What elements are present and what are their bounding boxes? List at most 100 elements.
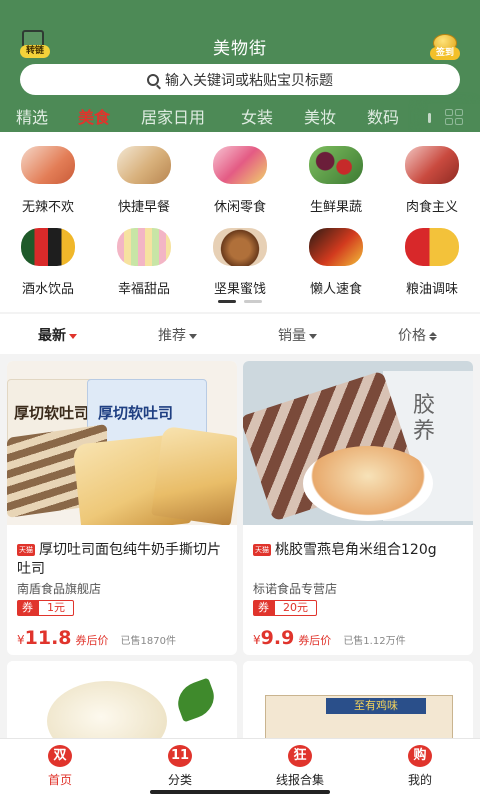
currency-symbol: ¥ bbox=[17, 633, 25, 647]
meat-icon bbox=[405, 146, 459, 184]
category-label: 粮油调味 bbox=[405, 282, 458, 297]
coupon-badge: 券 1元 bbox=[17, 600, 74, 616]
drinks-icon bbox=[21, 228, 75, 266]
price: 9.9 bbox=[260, 627, 295, 649]
category-item[interactable]: 休闲零食 bbox=[192, 136, 288, 215]
nav-label: 首页 bbox=[47, 773, 72, 787]
category-label: 肉食主义 bbox=[405, 200, 458, 215]
nav-label: 分类 bbox=[167, 773, 192, 787]
chevron-down-icon bbox=[309, 333, 317, 339]
sort-sales[interactable]: 销量 bbox=[278, 325, 317, 345]
deals-icon: 狂 bbox=[288, 745, 312, 767]
category-item[interactable]: 粮油调味 bbox=[384, 218, 480, 297]
category-item[interactable]: 快捷早餐 bbox=[96, 136, 192, 215]
tab-digital[interactable]: 数码 bbox=[367, 104, 399, 128]
product-image-text: 厚切软吐司 bbox=[98, 404, 174, 422]
sort-newest[interactable]: 最新 bbox=[38, 325, 77, 345]
category-item[interactable]: 幸福甜品 bbox=[96, 218, 192, 297]
product-card[interactable]: 厚切软吐司 厚切软吐司 天猫 厚切吐司面包纯牛奶手撕切片吐司 南盾食品旗舰店 券1… bbox=[7, 361, 237, 655]
home-indicator bbox=[150, 790, 330, 794]
coupon-value: 20元 bbox=[274, 600, 317, 616]
category-item[interactable]: 酒水饮品 bbox=[0, 218, 96, 297]
signin-button[interactable]: 签到 bbox=[430, 34, 460, 60]
shop-name: 标诺食品专营店 bbox=[253, 582, 338, 596]
sort-label: 销量 bbox=[278, 328, 306, 344]
currency-symbol: ¥ bbox=[253, 633, 261, 647]
tab-home-goods[interactable]: 居家日用 bbox=[141, 104, 205, 128]
snack-bag-icon bbox=[213, 146, 267, 184]
category-label: 休闲零食 bbox=[213, 200, 266, 215]
sort-label: 价格 bbox=[398, 328, 426, 344]
page-title: 美物街 bbox=[213, 39, 267, 59]
category-label: 懒人速食 bbox=[309, 282, 362, 297]
product-card[interactable]: 胶养 天猫 桃胶雪燕皂角米组合120g 标诺食品专营店 券 20元 ¥9.9 券后价已… bbox=[243, 361, 473, 655]
category-item[interactable]: 肉食主义 bbox=[384, 136, 480, 215]
tab-womens-wear[interactable]: 女装 bbox=[241, 104, 273, 128]
home-icon: 双 bbox=[48, 745, 72, 767]
search-input[interactable]: 输入关键词或粘贴宝贝标题 bbox=[20, 64, 460, 95]
sort-label: 推荐 bbox=[158, 328, 186, 344]
category-tabs: 精选 美食 居家日用 女装 美妆 数码 bbox=[0, 104, 480, 130]
dessert-bowl bbox=[303, 446, 433, 521]
product-image-text: 至有鸡味 bbox=[326, 698, 426, 714]
bread-slice bbox=[151, 425, 237, 525]
header-bar: 转链 美物街 签到 输入关键词或粘贴宝贝标题 精选 美食 居家日用 女装 美妆 … bbox=[0, 0, 480, 132]
price: 11.8 bbox=[24, 627, 72, 649]
chevron-down-icon bbox=[189, 333, 197, 339]
nav-label: 线报合集 bbox=[275, 773, 324, 787]
search-placeholder: 输入关键词或粘贴宝贝标题 bbox=[165, 72, 333, 89]
sold-count: 已售1870件 bbox=[120, 636, 176, 647]
product-image-text: 胶养 bbox=[413, 393, 436, 444]
category-item[interactable]: 懒人速食 bbox=[288, 218, 384, 297]
tab-food[interactable]: 美食 bbox=[78, 104, 110, 128]
coupon-prefix: 券 bbox=[253, 600, 274, 616]
profile-icon: 购 bbox=[408, 745, 432, 767]
product-title-text: 桃胶雪燕皂角米组合120g bbox=[275, 542, 437, 558]
nav-mine[interactable]: 购 我的 bbox=[372, 745, 468, 788]
nav-home[interactable]: 双 首页 bbox=[12, 745, 108, 788]
tab-featured[interactable]: 精选 bbox=[16, 104, 48, 128]
instant-food-icon bbox=[309, 228, 363, 266]
after-coupon-label: 券后价 bbox=[75, 634, 109, 647]
nav-label: 我的 bbox=[407, 773, 432, 787]
category-item[interactable]: 生鲜果蔬 bbox=[288, 136, 384, 215]
product-title-text: 厚切吐司面包纯牛奶手撕切片吐司 bbox=[17, 542, 221, 577]
sort-label: 最新 bbox=[38, 328, 66, 344]
after-coupon-label: 券后价 bbox=[298, 634, 332, 647]
tab-beauty[interactable]: 美妆 bbox=[304, 104, 336, 128]
nav-deals[interactable]: 狂 线报合集 bbox=[252, 745, 348, 788]
bread-icon bbox=[117, 146, 171, 184]
divider bbox=[428, 113, 431, 123]
macaron-icon bbox=[117, 228, 171, 266]
category-item[interactable]: 无辣不欢 bbox=[0, 136, 96, 215]
shop-name: 南盾食品旗舰店 bbox=[17, 582, 102, 596]
pager-dot-active bbox=[218, 300, 236, 303]
pager-dot bbox=[244, 300, 262, 303]
coupon-badge: 券 20元 bbox=[253, 600, 317, 616]
search-icon bbox=[147, 73, 159, 86]
product-image-text: 厚切软吐司 bbox=[14, 404, 90, 422]
spicy-snack-icon bbox=[21, 146, 75, 184]
category-label: 幸福甜品 bbox=[117, 282, 170, 297]
product-title: 天猫 桃胶雪燕皂角米组合120g bbox=[253, 541, 467, 560]
oil-bottle-icon bbox=[405, 228, 459, 266]
coupon-prefix: 券 bbox=[17, 600, 38, 616]
tmall-badge: 天猫 bbox=[253, 544, 271, 556]
sort-price[interactable]: 价格 bbox=[398, 325, 437, 345]
leaf bbox=[172, 677, 220, 723]
price-row: ¥11.8 券后价 已售1870件 bbox=[17, 627, 232, 649]
category-item[interactable]: 坚果蜜饯 bbox=[192, 218, 288, 297]
category-label: 生鲜果蔬 bbox=[309, 200, 362, 215]
category-label: 快捷早餐 bbox=[117, 200, 170, 215]
product-title: 天猫 厚切吐司面包纯牛奶手撕切片吐司 bbox=[17, 541, 231, 579]
sort-bar: 最新 推荐 销量 价格 bbox=[0, 314, 480, 354]
sort-recommended[interactable]: 推荐 bbox=[158, 325, 197, 345]
grid-icon bbox=[445, 109, 463, 125]
tab-more[interactable] bbox=[428, 104, 480, 130]
sold-count: 已售1.12万件 bbox=[343, 636, 406, 647]
category-label: 酒水饮品 bbox=[21, 282, 74, 297]
nuts-icon bbox=[213, 228, 267, 266]
chevron-down-icon bbox=[69, 333, 77, 339]
nav-category[interactable]: 11 分类 bbox=[132, 745, 228, 788]
tmall-badge: 天猫 bbox=[17, 544, 35, 556]
